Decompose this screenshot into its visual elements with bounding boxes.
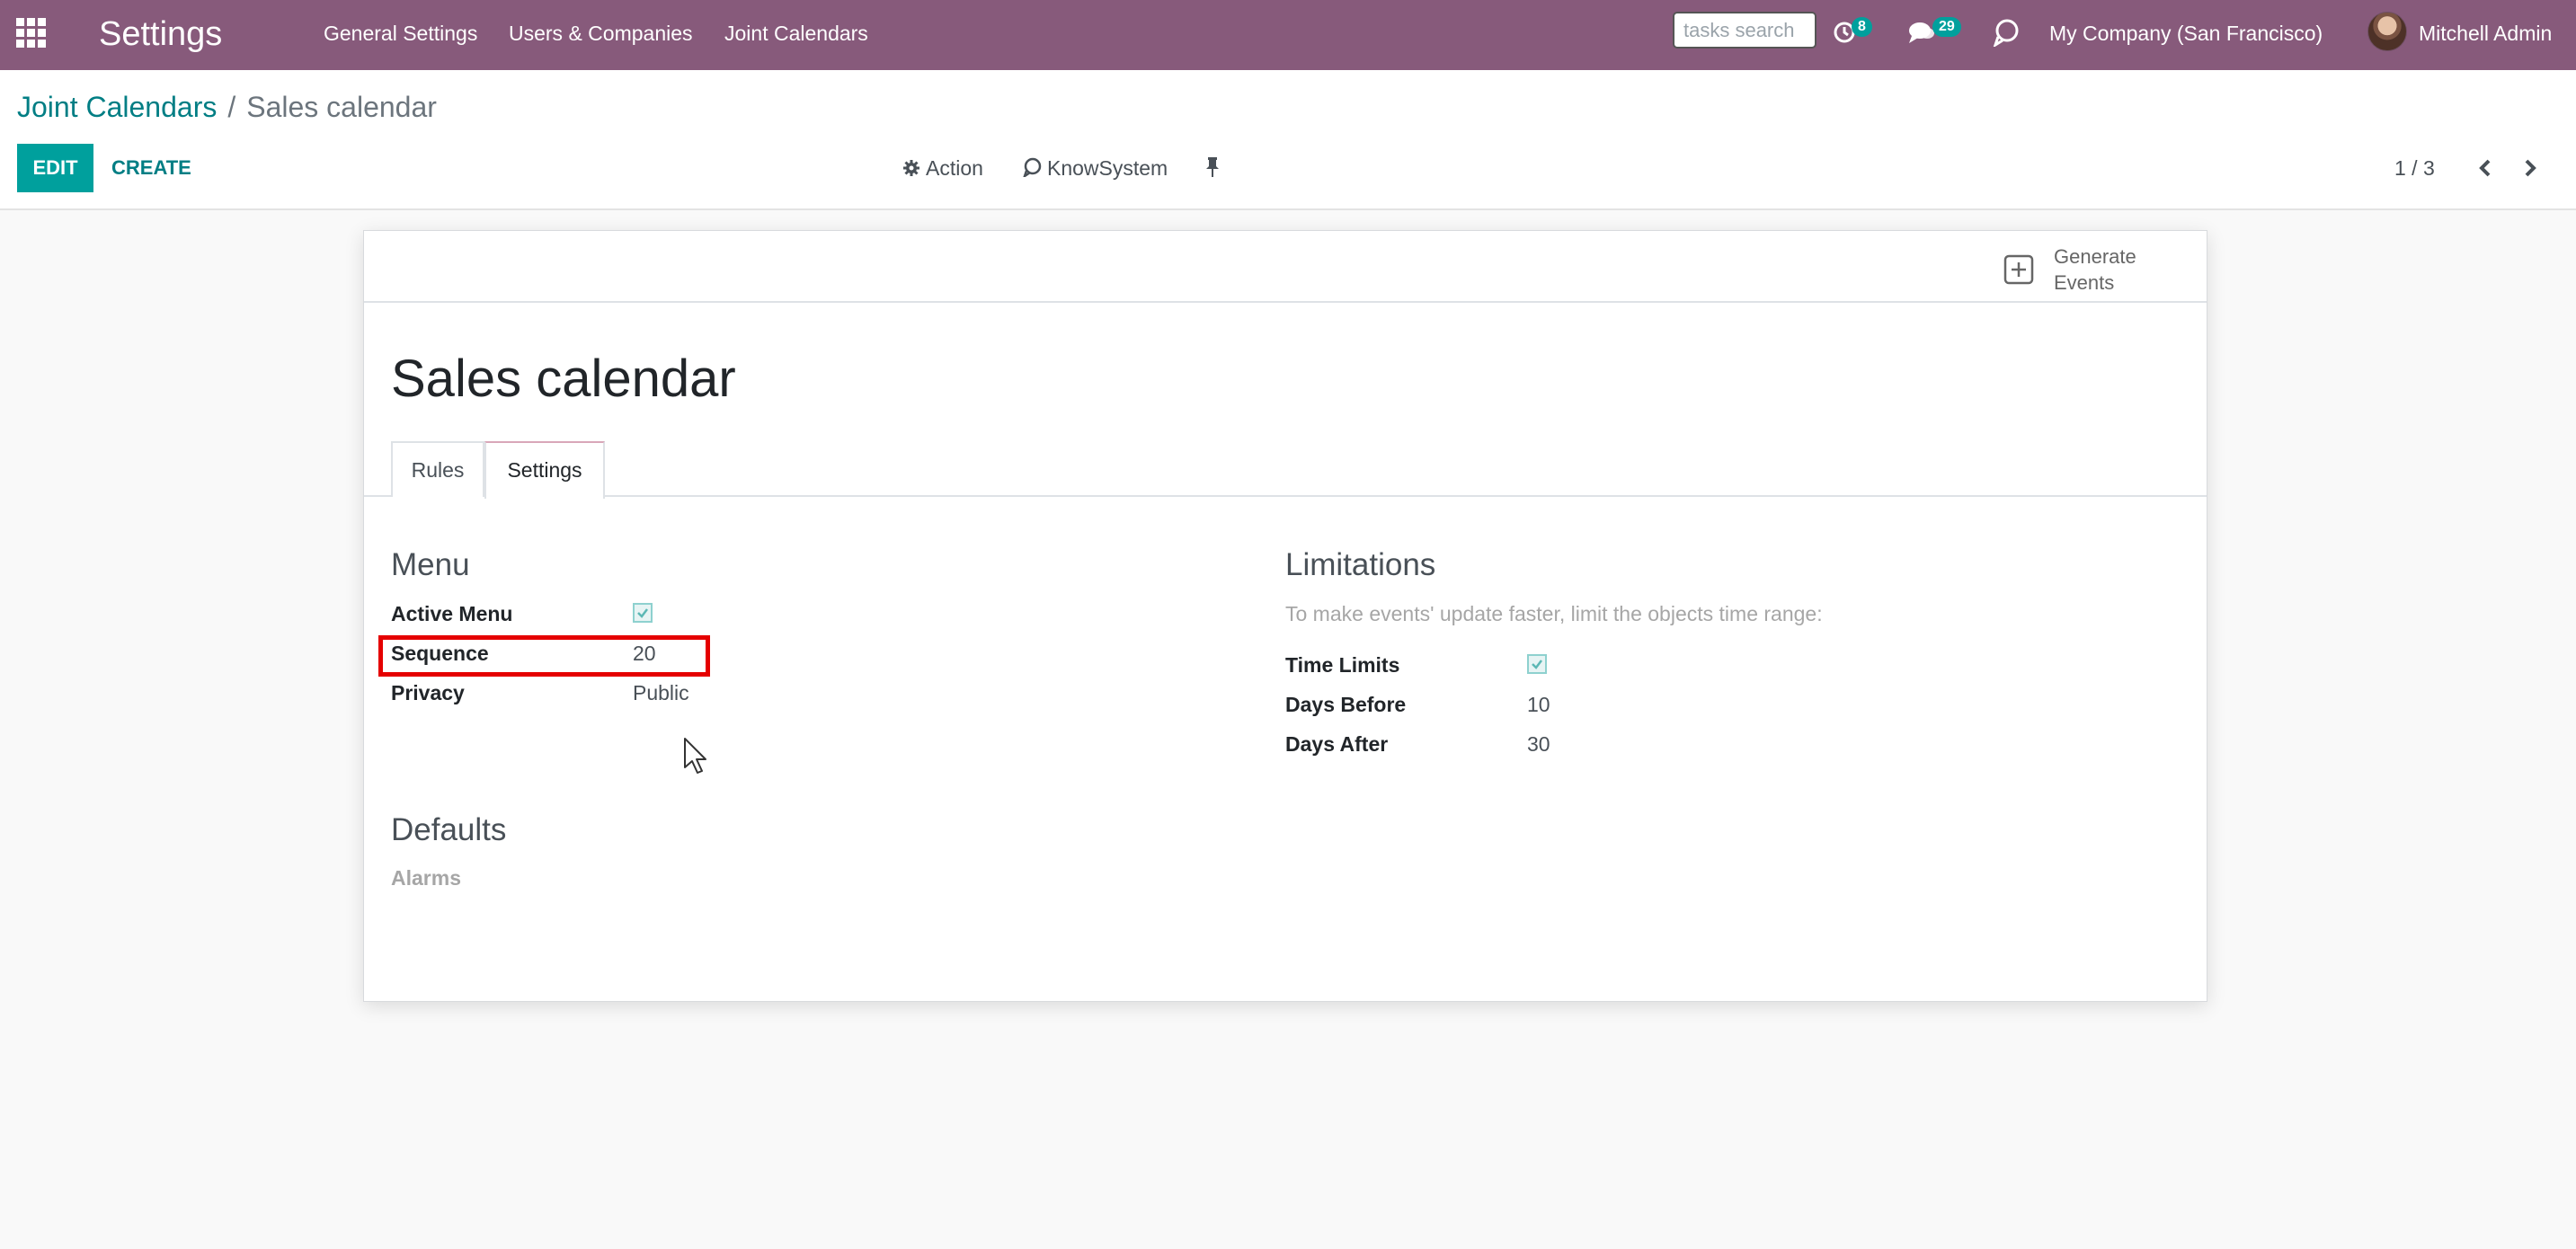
knowsystem-bubble-icon — [1022, 156, 1042, 183]
menu-general-settings[interactable]: General Settings — [324, 20, 477, 47]
tab-rules[interactable]: Rules — [391, 441, 484, 497]
sequence-highlight-box — [378, 635, 710, 677]
defaults-section-title: Defaults — [391, 812, 507, 847]
knowsystem-icon[interactable] — [1993, 18, 2020, 51]
mouse-cursor-icon — [683, 737, 710, 776]
limitations-help-text: To make events' update faster, limit the… — [1285, 602, 1823, 625]
breadcrumb-separator: / — [227, 91, 236, 123]
pager-value[interactable]: 1 / 3 — [2394, 155, 2435, 182]
control-panel: Joint Calendars / Sales calendar EDIT CREA… — [0, 70, 2576, 210]
days-after-label: Days After — [1285, 732, 1389, 756]
action-label: Action — [926, 156, 983, 180]
tasks-search-input[interactable]: tasks search — [1673, 12, 1817, 49]
menu-joint-calendars[interactable]: Joint Calendars — [724, 20, 868, 47]
pager-previous-icon[interactable] — [2472, 153, 2499, 183]
days-after-value: 30 — [1527, 732, 1550, 756]
messages-count-badge: 29 — [1932, 17, 1961, 37]
top-navbar: Settings General Settings Users & Compan… — [0, 0, 2576, 70]
pager-next-icon[interactable] — [2517, 153, 2544, 183]
form-tabs: Rules Settings — [364, 441, 2207, 499]
user-menu[interactable]: Mitchell Admin — [2419, 20, 2552, 47]
edit-button[interactable]: EDIT — [17, 144, 93, 192]
apps-menu-icon[interactable] — [16, 18, 47, 49]
pin-icon[interactable] — [1204, 156, 1221, 184]
time-limits-checkbox[interactable] — [1527, 654, 1547, 674]
tab-settings[interactable]: Settings — [484, 441, 605, 499]
days-before-label: Days Before — [1285, 693, 1407, 716]
button-box: Generate Events — [364, 231, 2207, 303]
app-brand[interactable]: Settings — [99, 13, 222, 56]
limitations-section-title: Limitations — [1285, 547, 1436, 582]
time-limits-label: Time Limits — [1285, 653, 1400, 677]
company-switcher[interactable]: My Company (San Francisco) — [2049, 20, 2323, 47]
plus-square-icon — [2003, 254, 2034, 289]
gear-icon — [902, 156, 920, 183]
menu-section-title: Menu — [391, 547, 470, 582]
alarms-label: Alarms — [391, 866, 461, 890]
record-title: Sales calendar — [391, 350, 736, 408]
privacy-label: Privacy — [391, 681, 465, 704]
action-menu[interactable]: Action — [902, 155, 983, 183]
generate-events-label: Generate Events — [2054, 245, 2136, 294]
knowsystem-menu[interactable]: KnowSystem — [1022, 155, 1168, 183]
privacy-value: Public — [633, 681, 689, 704]
knowsystem-label: KnowSystem — [1047, 156, 1168, 180]
breadcrumb-joint-calendars[interactable]: Joint Calendars — [17, 91, 217, 123]
generate-events-button[interactable]: Generate Events — [2000, 244, 2189, 296]
active-menu-label: Active Menu — [391, 602, 513, 625]
activity-count-badge: 8 — [1852, 17, 1872, 37]
user-avatar[interactable] — [2367, 12, 2407, 51]
messages-icon[interactable] — [1907, 20, 1936, 49]
active-menu-checkbox[interactable] — [633, 603, 653, 623]
create-button[interactable]: CREATE — [111, 144, 191, 192]
breadcrumb: Joint Calendars / Sales calendar — [17, 89, 437, 125]
menu-users-companies[interactable]: Users & Companies — [509, 20, 693, 47]
breadcrumb-current: Sales calendar — [246, 91, 437, 123]
form-sheet: Generate Events Sales calendar Rules Set… — [363, 230, 2207, 1002]
days-before-value: 10 — [1527, 693, 1550, 716]
